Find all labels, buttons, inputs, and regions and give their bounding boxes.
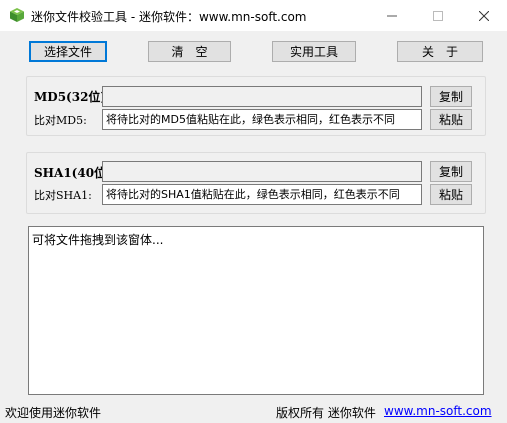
drop-zone-hint: 可将文件拖拽到该窗体...: [32, 233, 164, 247]
minimize-icon: [387, 15, 397, 16]
minimize-button[interactable]: [369, 0, 415, 31]
maximize-icon: [433, 10, 443, 21]
sha1-compare-field[interactable]: 将待比对的SHA1值粘贴在此，绿色表示相同，红色表示不同: [102, 184, 422, 205]
md5-paste-button[interactable]: 粘贴: [430, 109, 472, 130]
close-button[interactable]: [461, 0, 507, 31]
md5-copy-button[interactable]: 复制: [430, 86, 472, 107]
clear-button[interactable]: 清 空: [148, 41, 231, 62]
window-title: 迷你文件校验工具 - 迷你软件：www.mn-soft.com: [31, 10, 307, 24]
sha1-compare-label: 比对SHA1:: [34, 189, 92, 202]
status-copyright: 版权所有 迷你软件: [276, 406, 376, 420]
md5-compare-label: 比对MD5:: [34, 114, 87, 127]
sha1-copy-button[interactable]: 复制: [430, 161, 472, 182]
md5-label: MD5(32位):: [34, 90, 111, 104]
website-link[interactable]: www.mn-soft.com: [384, 404, 492, 418]
drop-zone[interactable]: 可将文件拖拽到该窗体...: [28, 226, 484, 395]
sha1-label: SHA1(40位): [34, 166, 112, 180]
md5-compare-field[interactable]: 将待比对的MD5值粘贴在此，绿色表示相同，红色表示不同: [102, 109, 422, 130]
status-bar: 欢迎使用迷你软件 版权所有 迷你软件 www.mn-soft.com: [0, 401, 507, 423]
sha1-paste-button[interactable]: 粘贴: [430, 184, 472, 205]
tools-button[interactable]: 实用工具: [272, 41, 356, 62]
select-file-button[interactable]: 选择文件: [29, 41, 107, 62]
md5-output-field[interactable]: [102, 86, 422, 107]
cube-icon: [9, 7, 25, 23]
maximize-button[interactable]: [415, 0, 461, 31]
about-button[interactable]: 关 于: [397, 41, 483, 62]
close-icon: [479, 10, 489, 21]
sha1-output-field[interactable]: [102, 161, 422, 182]
title-bar: 迷你文件校验工具 - 迷你软件：www.mn-soft.com: [0, 0, 507, 31]
status-welcome: 欢迎使用迷你软件: [5, 406, 102, 420]
